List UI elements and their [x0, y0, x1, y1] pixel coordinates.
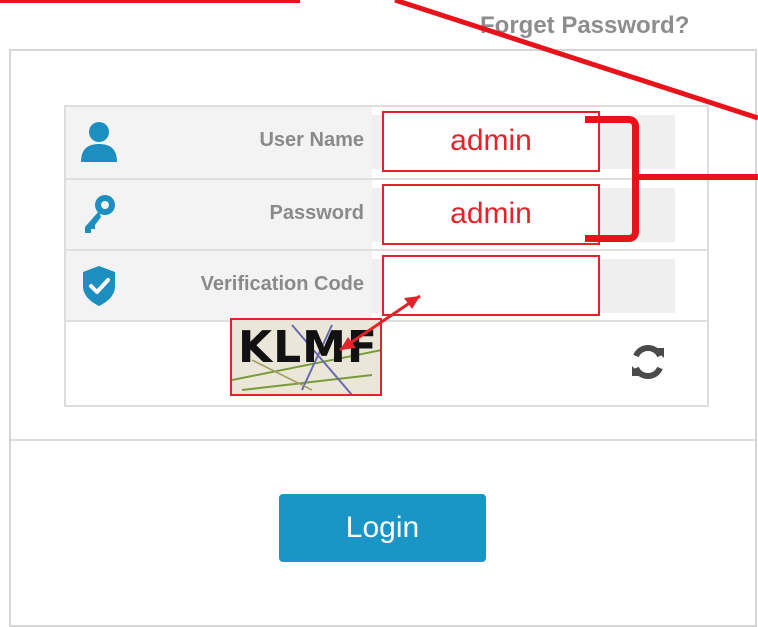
- login-button[interactable]: Login: [279, 494, 486, 562]
- captcha-row: [66, 320, 707, 409]
- forget-password-link[interactable]: Forget Password?: [480, 12, 689, 40]
- refresh-icon[interactable]: [628, 342, 668, 382]
- key-icon: [85, 195, 115, 233]
- captcha-image: KLMF: [230, 318, 382, 396]
- password-input[interactable]: admin: [382, 184, 600, 245]
- verification-icon-cell: [66, 251, 134, 322]
- verification-code-input[interactable]: [382, 255, 600, 316]
- annotation-red-line-top: [0, 0, 300, 3]
- user-icon: [81, 122, 117, 162]
- shield-check-icon: [83, 266, 115, 306]
- password-label: Password: [134, 180, 372, 251]
- verification-label: Verification Code: [134, 251, 372, 322]
- captcha-text: KLMF: [238, 322, 378, 373]
- verification-row: Verification Code: [66, 249, 707, 322]
- password-icon-cell: [66, 180, 134, 251]
- annotation-bracket: [585, 116, 639, 242]
- username-input[interactable]: admin: [382, 111, 600, 172]
- annotation-bracket-line: [639, 174, 758, 180]
- username-label: User Name: [134, 107, 372, 178]
- username-icon-cell: [66, 107, 134, 178]
